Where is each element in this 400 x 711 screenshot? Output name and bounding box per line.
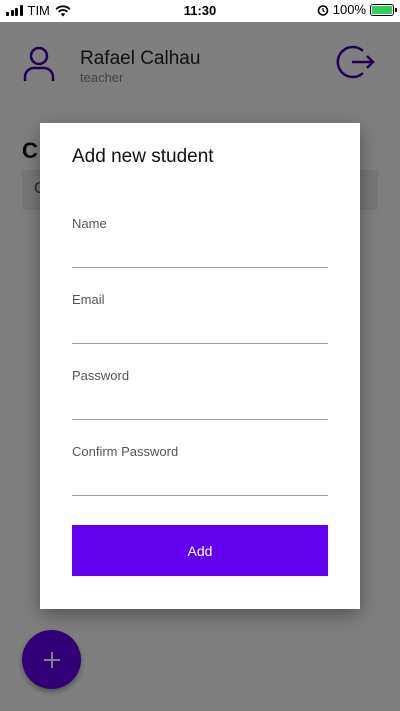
status-bar: TIM 11:30 100% [0, 0, 400, 22]
battery-percent: 100% [332, 2, 366, 17]
name-label: Name [72, 216, 107, 231]
email-input[interactable] [72, 314, 328, 344]
alarm-icon [317, 4, 329, 16]
password-input[interactable] [72, 390, 328, 420]
confirm-password-label: Confirm Password [72, 444, 179, 459]
confirm-password-field: Confirm Password [72, 444, 328, 504]
password-field: Password [72, 368, 328, 428]
dialog-title: Add new student [72, 146, 214, 167]
email-field: Email [72, 292, 328, 352]
email-label: Email [72, 292, 105, 307]
status-right: 100% [317, 2, 397, 17]
add-button[interactable]: Add [72, 525, 328, 576]
name-field: Name [72, 216, 328, 276]
name-input[interactable] [72, 238, 328, 268]
add-student-dialog: Add new student Name Email Password Conf… [40, 123, 360, 609]
battery-icon [370, 3, 397, 16]
password-label: Password [72, 368, 130, 383]
confirm-password-input[interactable] [72, 466, 328, 496]
